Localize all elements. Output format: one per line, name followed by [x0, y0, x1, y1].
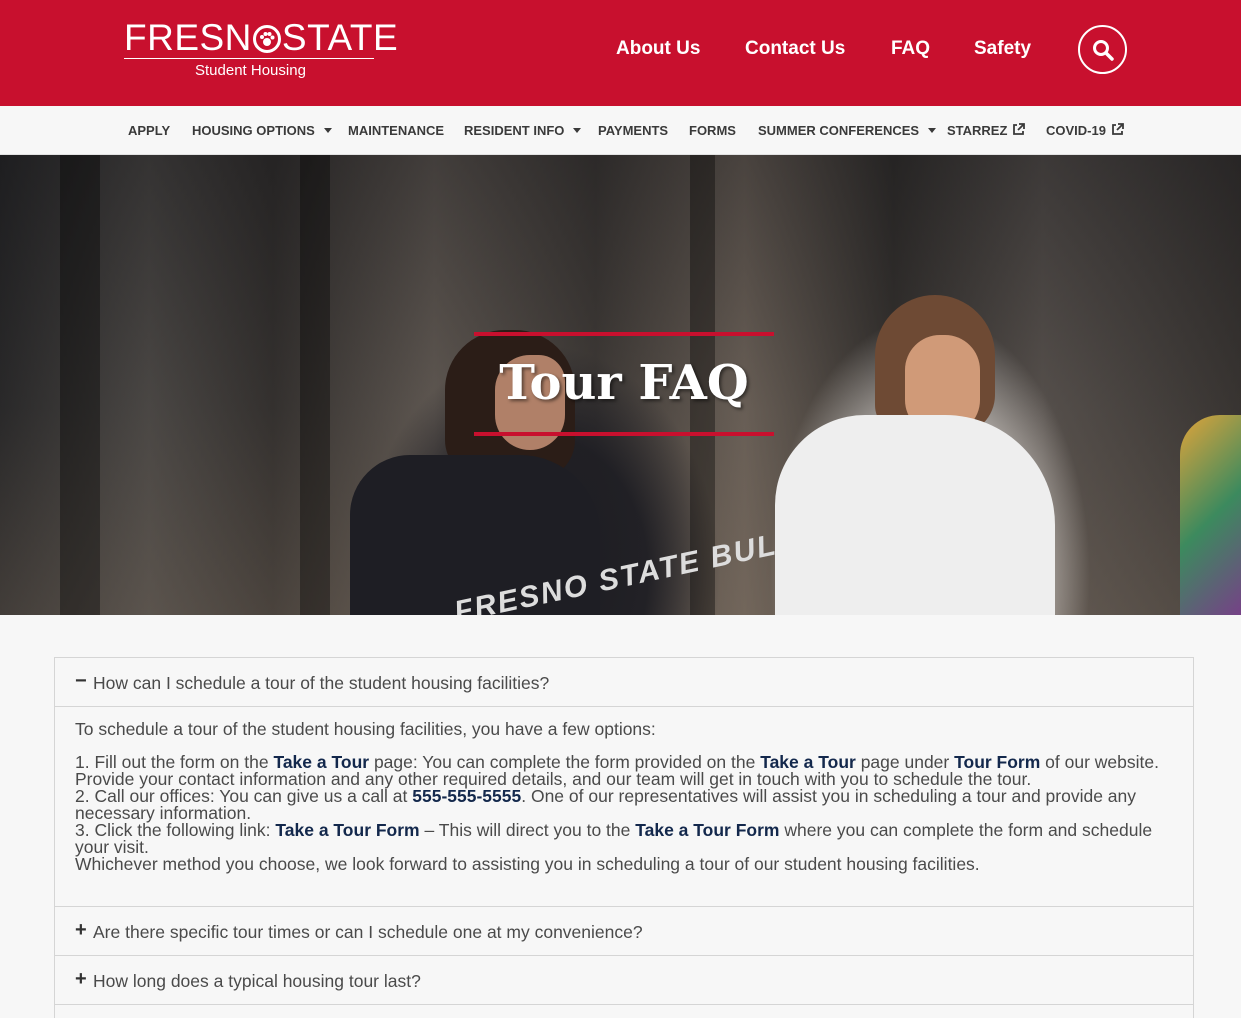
fresno-state-logo[interactable]: FRESN STATE Student Housing: [124, 17, 398, 82]
faq-question-tour-length[interactable]: + How long does a typical housing tour l…: [55, 956, 1193, 1005]
nav-item-maintenance[interactable]: MAINTENANCE: [348, 123, 444, 138]
logo-text-left: FRESN: [124, 17, 252, 58]
nav-item-summer-conferences[interactable]: SUMMER CONFERENCES: [758, 123, 937, 138]
faq-answer: To schedule a tour of the student housin…: [55, 707, 1193, 907]
nav-item-forms[interactable]: FORMS: [689, 123, 736, 138]
faq-accordion: − How can I schedule a tour of the stude…: [54, 657, 1194, 1018]
hero-banner: FRESNO STATE BULLDOGS Tour FAQ: [0, 155, 1241, 615]
faq-question-text: Are there specific tour times or can I s…: [93, 922, 643, 942]
logo-subtitle: Student Housing: [195, 62, 306, 79]
nav-item-starrez[interactable]: STARREZ: [947, 123, 1026, 138]
minus-icon: −: [75, 670, 87, 692]
plus-icon: +: [75, 968, 87, 990]
logo-divider: [124, 58, 374, 59]
caret-down-icon: [323, 128, 332, 133]
logo-wordmark: FRESN STATE: [124, 17, 398, 58]
paw-icon: [252, 25, 281, 53]
student-shirt: [775, 415, 1055, 615]
logo-text-right: STATE: [281, 17, 399, 58]
nav-item-label: APPLY: [128, 123, 171, 138]
faq-question-text: How long does a typical housing tour las…: [93, 971, 421, 991]
faq-question-schedule-tour[interactable]: − How can I schedule a tour of the stude…: [55, 658, 1193, 707]
nav-item-housing-options[interactable]: HOUSING OPTIONS: [192, 123, 332, 138]
answer-text: – This will direct you to the: [419, 820, 636, 840]
nav-item-label: RESIDENT INFO: [464, 123, 565, 138]
title-rule-top: [474, 332, 774, 336]
answer-line: 3. Click the following link: Take a Tour…: [75, 820, 1165, 840]
answer-intro: To schedule a tour of the student housin…: [75, 719, 656, 739]
nav-item-apply[interactable]: APPLY: [128, 123, 170, 138]
search-icon: [1093, 40, 1114, 61]
phone-link[interactable]: 555-555-5555: [412, 786, 521, 806]
caret-down-icon: [573, 128, 582, 133]
nav-item-label: FORMS: [689, 123, 736, 138]
about-us-link[interactable]: About Us: [616, 38, 700, 60]
nav-item-label: STARREZ: [947, 123, 1008, 138]
safety-link[interactable]: Safety: [974, 38, 1031, 60]
site-header: FRESN STATE Student Housing About Us Cont…: [0, 0, 1241, 106]
main-navigation: APPLY HOUSING OPTIONS MAINTENANCE RESIDE…: [0, 106, 1241, 155]
nav-item-label: HOUSING OPTIONS: [192, 123, 315, 138]
answer-text: where you can complete the form and sche…: [779, 820, 1153, 840]
faq-question-text: How can I schedule a tour of the student…: [93, 673, 550, 693]
answer-body: 1. Fill out the form on the Take a Tour …: [75, 752, 1165, 874]
nav-item-label: MAINTENANCE: [348, 123, 445, 138]
answer-text: . One of our representatives will assist…: [521, 786, 1137, 806]
nav-item-resident-info[interactable]: RESIDENT INFO: [464, 123, 582, 138]
page-title: Tour FAQ: [499, 355, 749, 411]
plus-icon: +: [75, 919, 87, 941]
nav-item-label: PAYMENTS: [598, 123, 669, 138]
title-rule-bottom: [474, 432, 774, 436]
caret-down-icon: [928, 128, 937, 133]
answer-line: Whichever method you choose, we look for…: [75, 854, 980, 874]
search-button[interactable]: [1078, 25, 1127, 74]
external-link-icon: [1112, 123, 1124, 135]
contact-us-link[interactable]: Contact Us: [745, 38, 845, 60]
faq-question-tour-times[interactable]: + Are there specific tour times or can I…: [55, 907, 1193, 956]
faq-link[interactable]: FAQ: [891, 38, 930, 60]
external-link-icon: [1013, 123, 1026, 135]
nav-item-label: COVID-19: [1046, 123, 1106, 138]
nav-item-payments[interactable]: PAYMENTS: [598, 123, 668, 138]
nav-item-label: SUMMER CONFERENCES: [758, 123, 920, 138]
nav-item-covid-19[interactable]: COVID-19: [1046, 123, 1124, 138]
student-side: [1180, 415, 1241, 615]
answer-text: of our website.: [1040, 752, 1159, 772]
take-a-tour-form-link[interactable]: Take a Tour Form: [275, 820, 419, 840]
take-a-tour-form-link[interactable]: Take a Tour Form: [635, 820, 779, 840]
